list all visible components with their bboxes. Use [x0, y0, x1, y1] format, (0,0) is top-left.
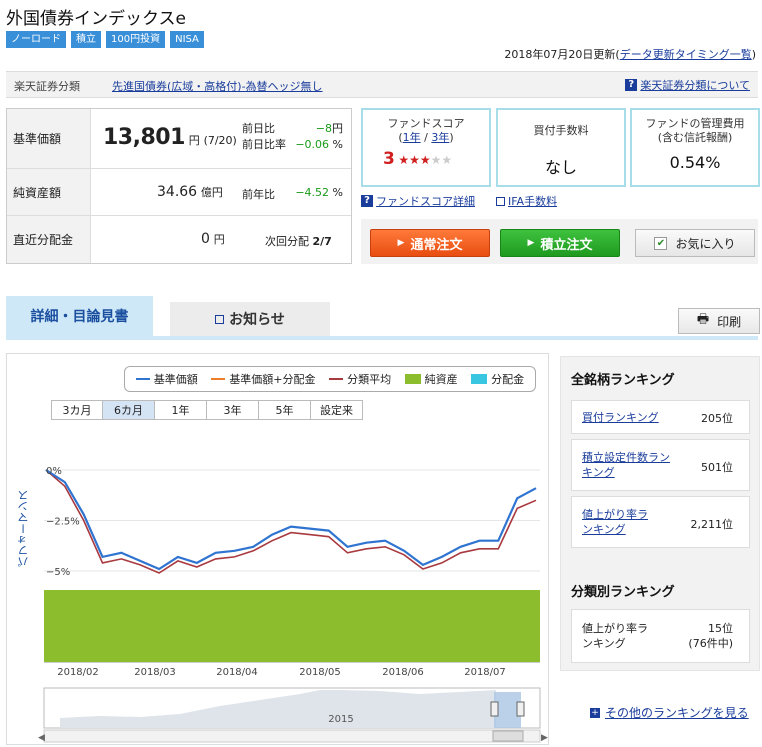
more-rankings[interactable]: + その他のランキングを見る: [590, 704, 749, 721]
x-tick-label: 2018/05: [299, 667, 341, 678]
x-tick-label: 2018/04: [216, 667, 258, 678]
x-tick-label: 2018/02: [57, 667, 99, 678]
navigator-scroll-right-icon: ▶: [541, 733, 548, 743]
navigator-scroll-left-icon: ◀: [38, 733, 45, 743]
x-tick-label: 2018/03: [134, 667, 176, 678]
y-ticks: 0% −2.5% −5%: [46, 466, 80, 578]
ranking-purchase-link[interactable]: 買付ランキング: [582, 410, 659, 425]
chart-lines: [45, 469, 537, 574]
ranking-gain-link[interactable]: 値上がり率ランキング: [582, 507, 652, 537]
y-tick-label: 0%: [46, 466, 62, 477]
ranking-gain-value: 2,211位: [690, 518, 734, 531]
ranking-tsumitate-link[interactable]: 積立設定件数ランキング: [582, 450, 672, 480]
category-ranking-label: 値上がり率ランキング: [582, 622, 648, 650]
ranking-panel: 全銘柄ランキング 買付ランキング 205位 積立設定件数ランキング 501位 値…: [560, 356, 760, 671]
more-rankings-link[interactable]: その他のランキングを見る: [605, 704, 749, 721]
plus-icon: +: [590, 707, 600, 718]
x-ticks: 2018/02 2018/03 2018/04 2018/05 2018/06 2018/…: [57, 667, 506, 678]
net-assets-area: [44, 590, 540, 662]
ranking-tsumitate: 積立設定件数ランキング 501位: [571, 439, 750, 491]
navigator-right-handle: [516, 701, 525, 717]
navigator-year-label: 2015: [328, 714, 353, 725]
category-ranking-item: 値上がり率ランキング 15位 (76件中): [571, 609, 750, 663]
x-tick-label: 2018/06: [382, 667, 424, 678]
ranking-purchase: 買付ランキング 205位: [571, 400, 750, 434]
overall-ranking-title: 全銘柄ランキング: [571, 373, 675, 388]
category-ranking-title: 分類別ランキング: [571, 585, 675, 600]
ranking-purchase-value: 205位: [701, 412, 733, 425]
category-ranking-values: 15位 (76件中): [688, 621, 733, 651]
category-ranking-value: 15位: [708, 622, 733, 635]
navigator-left-handle: [490, 701, 499, 717]
series-category-avg-line: [45, 469, 537, 574]
navigator-scroll-thumb: [492, 730, 524, 742]
navigator-scrollbar: [43, 729, 541, 743]
y-tick-label: −5%: [46, 567, 70, 578]
ranking-tsumitate-value: 501位: [701, 461, 733, 474]
series-nav-line: [45, 469, 537, 571]
x-tick-label: 2018/07: [464, 667, 506, 678]
ranking-gain: 値上がり率ランキング 2,211位: [571, 496, 750, 548]
category-ranking-count: (76件中): [688, 637, 733, 650]
y-tick-label: −2.5%: [46, 517, 80, 528]
